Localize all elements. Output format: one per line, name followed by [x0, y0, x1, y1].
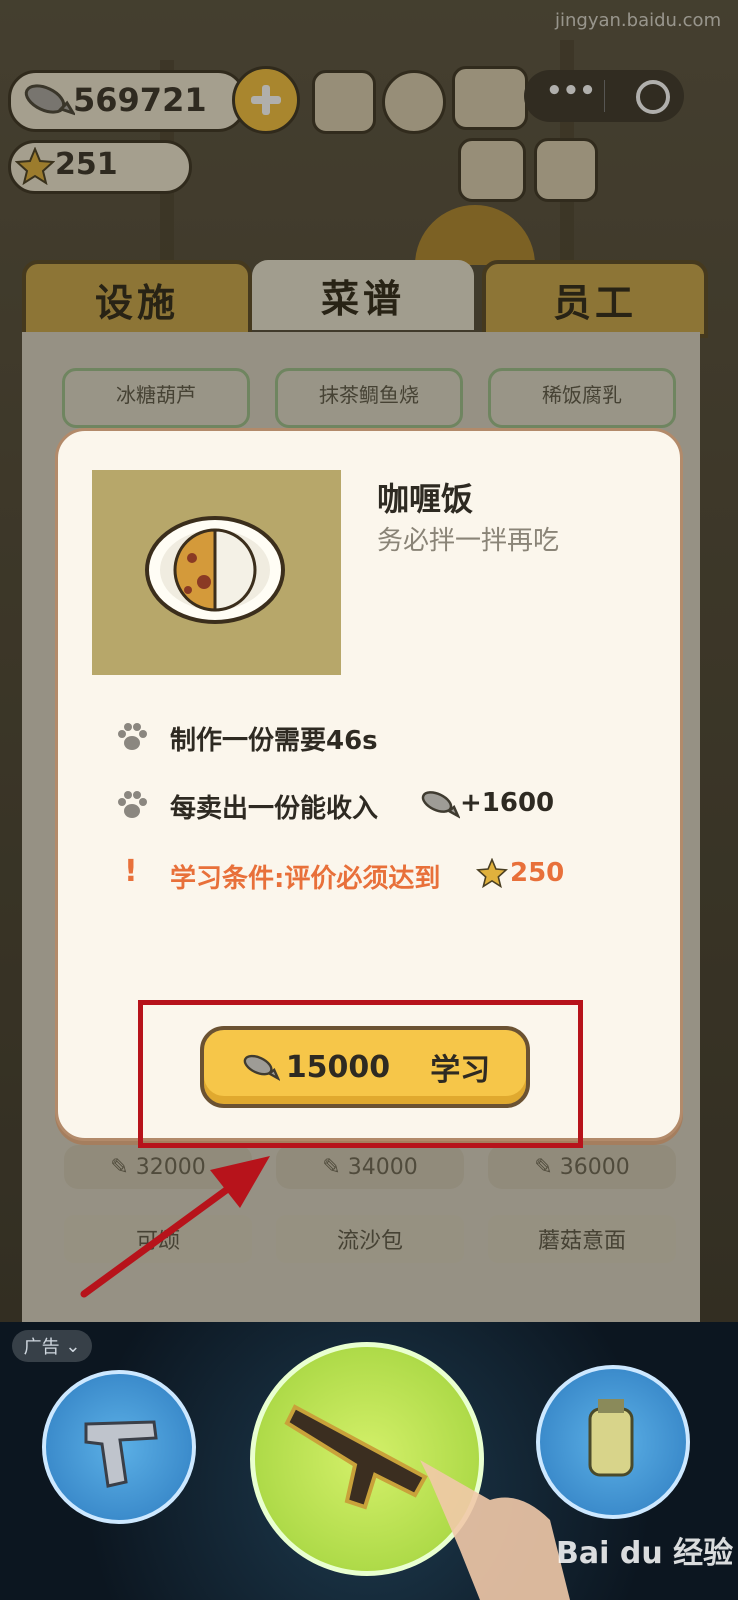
income-value: +1600	[460, 788, 555, 818]
baidu-watermark: Bai du 经验	[556, 1536, 734, 1571]
fish-icon	[421, 791, 460, 819]
income-label: 每卖出一份能收入	[170, 794, 379, 824]
paw-icon	[118, 791, 147, 818]
learn-condition-label: 学习条件:评价必须达到	[170, 864, 441, 894]
watermark-url: jingyan.baidu.com	[555, 10, 722, 31]
curry-rice-image	[92, 470, 341, 675]
hand-pointer-icon	[420, 1460, 570, 1600]
exclamation-icon: !	[124, 854, 138, 889]
highlight-box	[138, 1000, 583, 1148]
learn-condition-value: 250	[510, 858, 565, 888]
chevron-down-icon: ⌄	[65, 1335, 81, 1357]
pistol-ad-option[interactable]	[42, 1370, 196, 1524]
dish-description: 务必拌一拌再吃	[377, 526, 560, 556]
star-icon	[476, 858, 508, 888]
annotation-arrow	[80, 1156, 270, 1298]
make-time-text: 制作一份需要46s	[170, 726, 378, 756]
dish-name: 咖喱饭	[377, 480, 474, 518]
paw-icon	[118, 723, 147, 750]
curry-rice-illustration	[145, 516, 285, 624]
pistol-icon	[84, 1420, 158, 1488]
ad-tag-label: 广告	[23, 1337, 60, 1358]
ad-tag[interactable]: 广告 ⌄	[12, 1330, 92, 1362]
